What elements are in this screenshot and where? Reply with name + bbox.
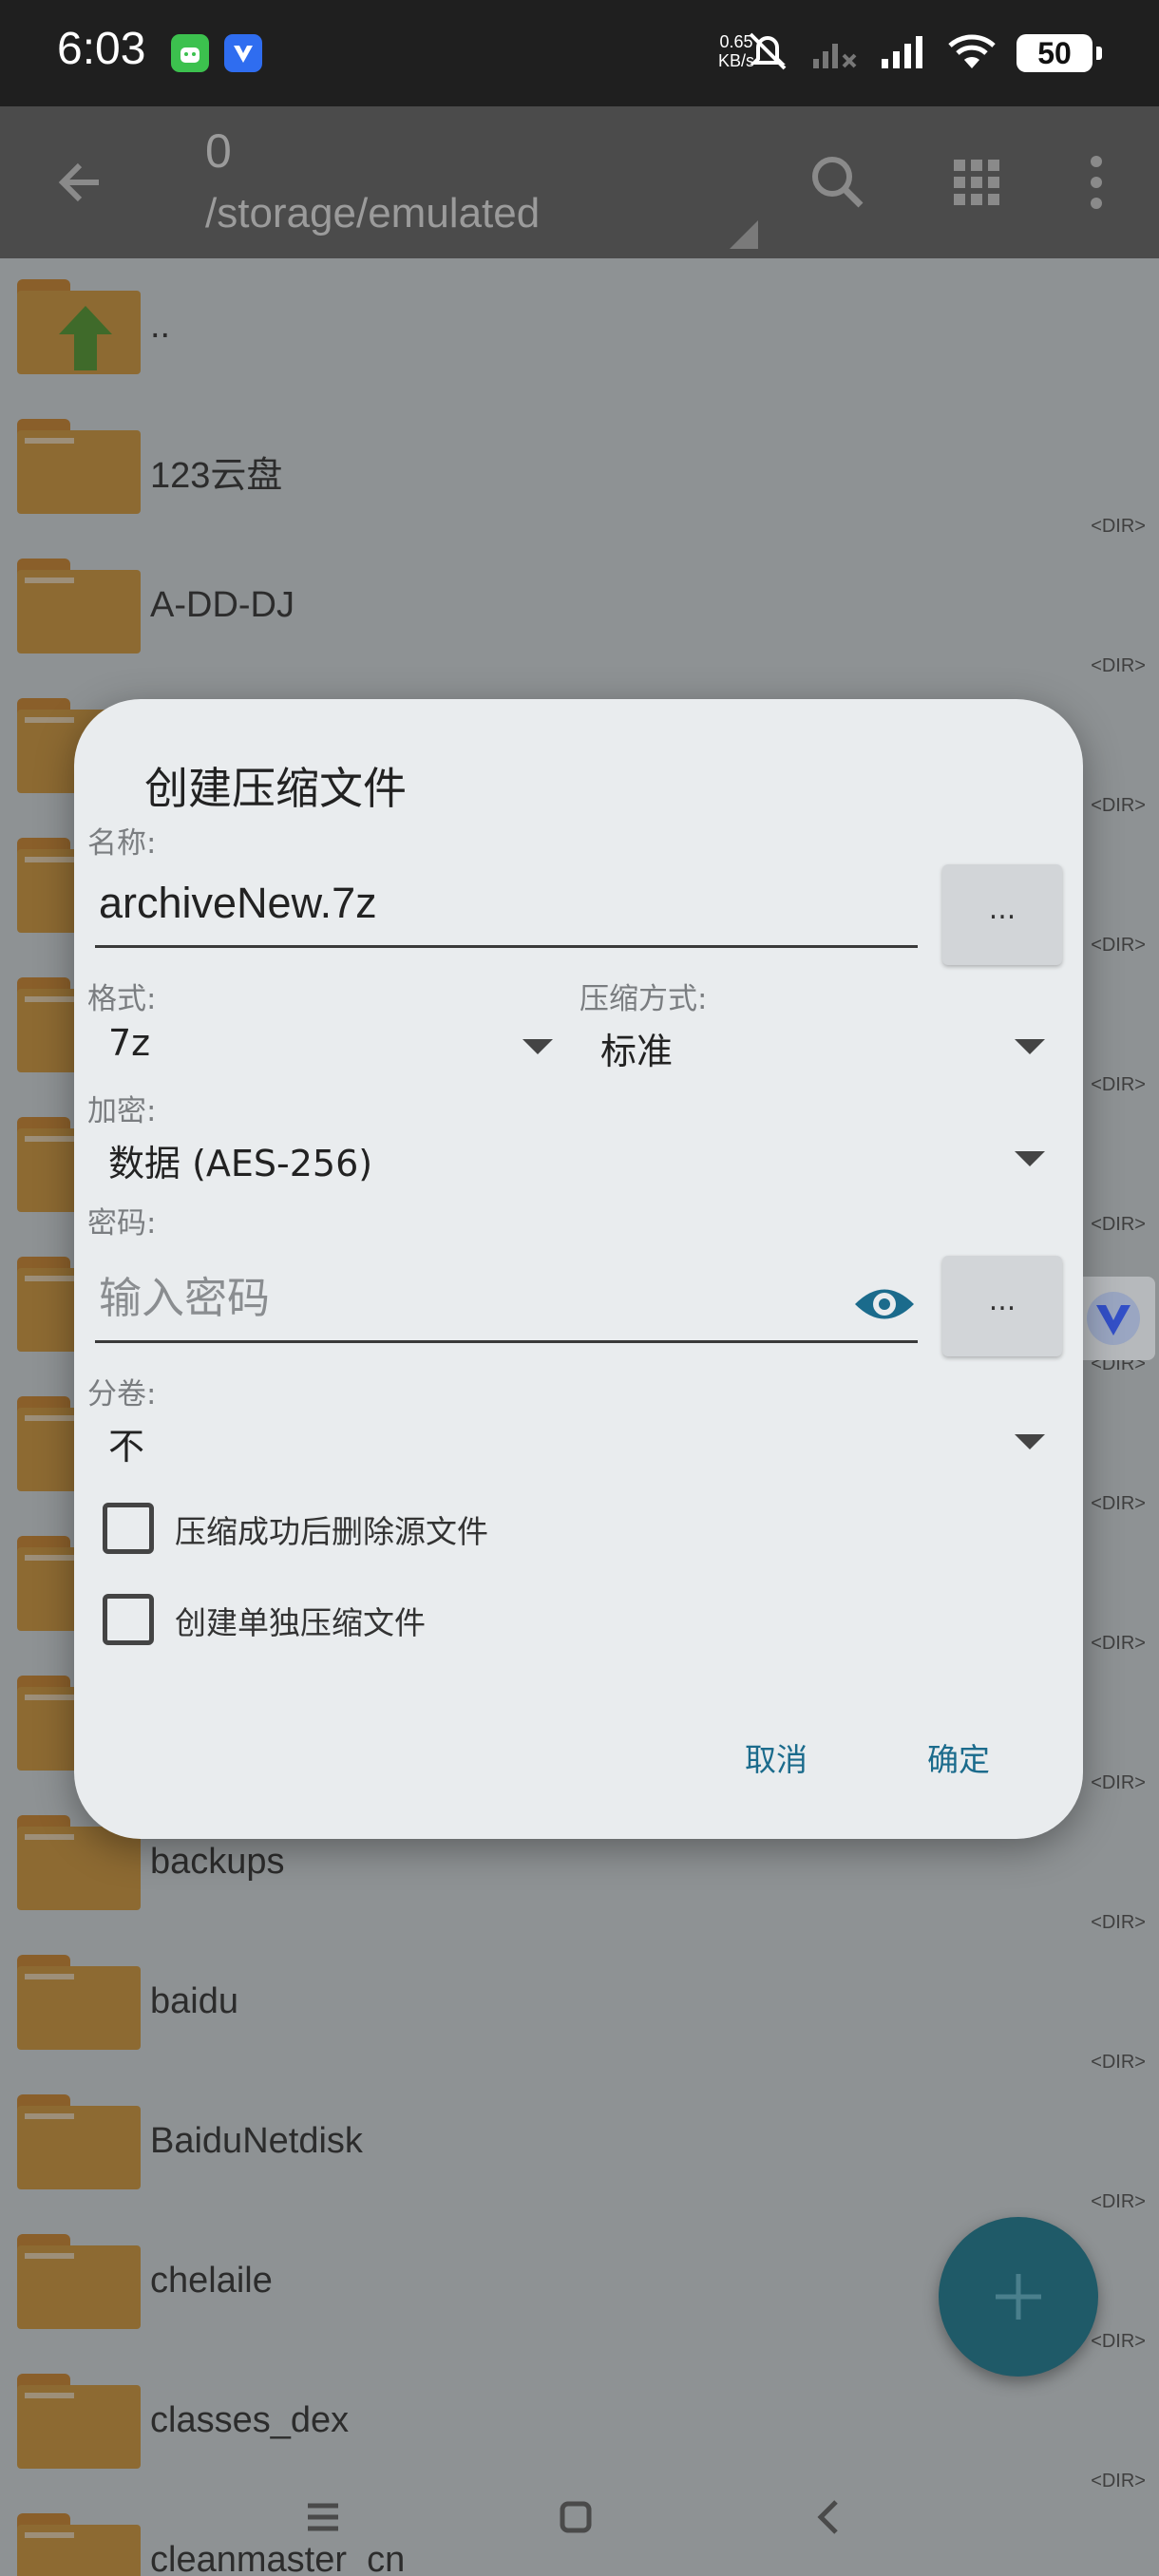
delete-source-checkbox-row[interactable]: 压缩成功后删除源文件: [103, 1497, 673, 1554]
folder-icon: [17, 2094, 141, 2189]
folder-icon: [17, 559, 141, 653]
current-path[interactable]: /storage/emulated: [205, 190, 540, 237]
mute-icon: [745, 30, 790, 76]
wifi-icon: [948, 32, 996, 74]
delete-source-label: 压缩成功后删除源文件: [175, 1513, 488, 1550]
plus-icon: [996, 2274, 1041, 2320]
folder-up-icon: [17, 279, 141, 374]
signal-icon: [811, 32, 859, 74]
file-name: baidu: [150, 1981, 238, 2021]
folder-icon: [17, 2234, 141, 2329]
delete-source-checkbox[interactable]: [103, 1503, 154, 1554]
name-input[interactable]: [99, 872, 821, 935]
back-arrow-icon[interactable]: [51, 152, 112, 213]
file-name: 123云盘: [150, 456, 283, 496]
search-icon[interactable]: [800, 144, 876, 220]
cancel-button[interactable]: 取消: [745, 1734, 808, 1780]
name-field[interactable]: [95, 859, 918, 948]
name-label: 名称:: [87, 826, 157, 861]
file-name: ..: [150, 306, 171, 346]
item-count: 0: [205, 124, 232, 178]
file-name: BaiduNetdisk: [150, 2121, 363, 2161]
back-icon[interactable]: [800, 2489, 857, 2546]
home-icon[interactable]: [547, 2489, 604, 2546]
app-bar: 0 /storage/emulated: [0, 106, 1159, 258]
dropdown-icon: [522, 1039, 553, 1054]
eye-icon[interactable]: [851, 1271, 918, 1337]
dir-label: <DIR>: [1091, 1214, 1146, 1235]
dir-label: <DIR>: [1091, 1633, 1146, 1654]
password-label: 密码:: [87, 1206, 157, 1241]
list-item[interactable]: 123云盘 <DIR>: [0, 398, 1159, 538]
folder-icon: [17, 2374, 141, 2469]
create-archive-dialog: 创建压缩文件 名称: ... 格式: 7z 压缩方式: 标准 加密: 数据 (A…: [74, 699, 1083, 1839]
file-name: backups: [150, 1842, 285, 1882]
menu-icon[interactable]: [294, 2489, 352, 2546]
dir-label: <DIR>: [1091, 1912, 1146, 1933]
dir-label: <DIR>: [1091, 2191, 1146, 2212]
method-label: 压缩方式:: [580, 982, 708, 1016]
dir-label: <DIR>: [1091, 655, 1146, 676]
folder-icon: [17, 419, 141, 514]
add-button[interactable]: [939, 2217, 1098, 2377]
file-name: chelaile: [150, 2261, 273, 2301]
list-item[interactable]: A-DD-DJ <DIR>: [0, 538, 1159, 677]
more-vert-icon[interactable]: [1058, 144, 1134, 220]
status-time: 6:03: [57, 24, 146, 74]
format-label: 格式:: [87, 982, 157, 1016]
password-more-button[interactable]: ...: [942, 1256, 1062, 1356]
volume-label: 分卷:: [87, 1377, 157, 1411]
dir-label: <DIR>: [1091, 1493, 1146, 1514]
ok-button[interactable]: 确定: [927, 1734, 990, 1780]
dir-label: <DIR>: [1091, 1772, 1146, 1793]
dropdown-icon: [1015, 1434, 1045, 1449]
vpn-app-icon: [224, 34, 262, 72]
format-value: 7z: [108, 1022, 151, 1064]
dialog-title: 创建压缩文件: [144, 763, 407, 814]
dir-label: <DIR>: [1091, 2052, 1146, 2073]
dir-label: <DIR>: [1091, 795, 1146, 816]
password-input[interactable]: [99, 1267, 821, 1330]
battery-icon: 50: [1016, 34, 1102, 72]
grid-icon[interactable]: [939, 144, 1015, 220]
android-app-icon: [171, 34, 209, 72]
password-field[interactable]: [95, 1254, 918, 1343]
method-value: 标准: [600, 1031, 674, 1072]
separate-archive-checkbox-row[interactable]: 创建单独压缩文件: [103, 1588, 673, 1645]
dropdown-icon: [1015, 1039, 1045, 1054]
browse-button[interactable]: ...: [942, 864, 1062, 965]
path-dropdown-icon[interactable]: [730, 220, 758, 249]
list-item[interactable]: baidu <DIR>: [0, 1934, 1159, 2074]
signal-icon: [880, 32, 927, 74]
separate-archive-checkbox[interactable]: [103, 1594, 154, 1645]
separate-archive-label: 创建单独压缩文件: [175, 1604, 426, 1641]
dir-label: <DIR>: [1091, 2331, 1146, 2352]
dir-label: <DIR>: [1091, 1074, 1146, 1095]
dir-label: <DIR>: [1091, 516, 1146, 537]
dir-label: <DIR>: [1091, 935, 1146, 956]
format-select[interactable]: 7z: [97, 1018, 553, 1075]
encrypt-label: 加密:: [87, 1094, 157, 1128]
file-name: classes_dex: [150, 2400, 350, 2440]
system-nav-bar: [0, 2470, 1159, 2565]
list-item[interactable]: BaiduNetdisk <DIR>: [0, 2074, 1159, 2213]
floating-vpn-icon[interactable]: [1072, 1277, 1155, 1360]
status-bar: 6:03 0.65 KB/s 50: [0, 0, 1159, 106]
volume-select[interactable]: 不: [97, 1413, 1045, 1470]
folder-icon: [17, 1955, 141, 2050]
encrypt-value: 数据 (AES-256): [108, 1143, 373, 1184]
file-name: A-DD-DJ: [150, 585, 294, 625]
volume-value: 不: [108, 1426, 145, 1468]
method-select[interactable]: 标准: [589, 1018, 1045, 1075]
encrypt-select[interactable]: 数据 (AES-256): [97, 1130, 1045, 1187]
dropdown-icon: [1015, 1151, 1045, 1166]
list-item[interactable]: ..: [0, 258, 1159, 398]
